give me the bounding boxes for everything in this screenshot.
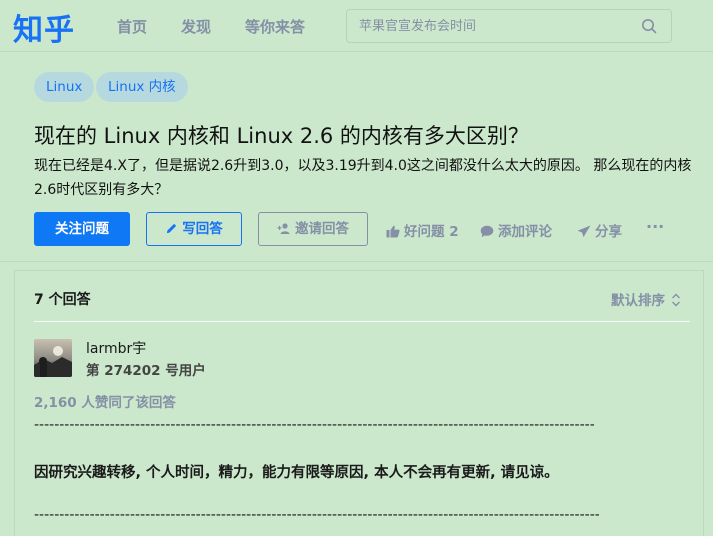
nav-home[interactable]: 首页: [117, 16, 147, 37]
good-question-button[interactable]: 好问题 2: [386, 220, 459, 240]
question-header: Linux Linux 内核 现在的 Linux 内核和 Linux 2.6 的…: [0, 52, 713, 262]
nav-waiting-answers[interactable]: 等你来答: [245, 16, 305, 37]
answer-text: 因研究兴趣转移, 个人时间，精力，能力有限等原因, 本人不会再有更新, 请见谅。: [34, 465, 559, 481]
good-question-label: 好问题 2: [404, 224, 459, 240]
search-box: [346, 9, 672, 43]
avatar[interactable]: [34, 339, 72, 377]
share-button[interactable]: 分享: [577, 220, 622, 240]
zhihu-logo[interactable]: 知乎: [13, 5, 75, 49]
author-headline: 第 274202 号用户: [86, 363, 206, 379]
separator-line: ----------------------------------------…: [34, 507, 599, 523]
topic-tag-linux-kernel[interactable]: Linux 内核: [96, 72, 188, 102]
comment-icon: [480, 225, 494, 238]
top-navigation-bar: 知乎 首页 发现 等你来答: [0, 0, 713, 52]
sort-dropdown[interactable]: 默认排序: [611, 289, 681, 309]
answer-count: 7 个回答: [34, 292, 91, 308]
search-input[interactable]: [359, 16, 629, 36]
sort-label: 默认排序: [611, 293, 665, 309]
more-actions-button[interactable]: ···: [646, 217, 664, 236]
avatar-image: [34, 339, 72, 377]
invite-answer-button[interactable]: 邀请回答: [258, 212, 368, 246]
topic-tag-linux[interactable]: Linux: [34, 72, 95, 102]
question-title: 现在的 Linux 内核和 Linux 2.6 的内核有多大区别？: [34, 124, 529, 148]
pencil-icon: [167, 223, 177, 234]
nav-discover[interactable]: 发现: [181, 16, 211, 37]
separator-line: ----------------------------------------…: [34, 417, 594, 433]
share-label: 分享: [595, 224, 622, 240]
author-name[interactable]: larmbr宇: [86, 338, 146, 358]
list-divider: [34, 321, 690, 322]
add-comment-button[interactable]: 添加评论: [480, 220, 552, 240]
search-icon[interactable]: [641, 18, 657, 34]
invite-answer-label: 邀请回答: [295, 221, 349, 237]
thumbs-up-icon: [386, 225, 400, 238]
question-description: 现在已经是4.X了，但是据说2.6升到3.0，以及3.19升到4.0这之间都没什…: [34, 158, 692, 198]
follow-question-button[interactable]: 关注问题: [34, 212, 130, 246]
add-user-icon: [277, 223, 290, 234]
vote-count: 2,160 人赞同了该回答: [34, 395, 176, 411]
sort-arrows-icon: [672, 293, 680, 307]
write-answer-label: 写回答: [182, 221, 223, 237]
add-comment-label: 添加评论: [498, 224, 552, 240]
paper-plane-icon: [577, 225, 591, 238]
write-answer-button[interactable]: 写回答: [146, 212, 242, 246]
answer-list: 7 个回答 默认排序 larmbr宇 第 274202 号用户 2,160 人赞…: [14, 270, 704, 536]
